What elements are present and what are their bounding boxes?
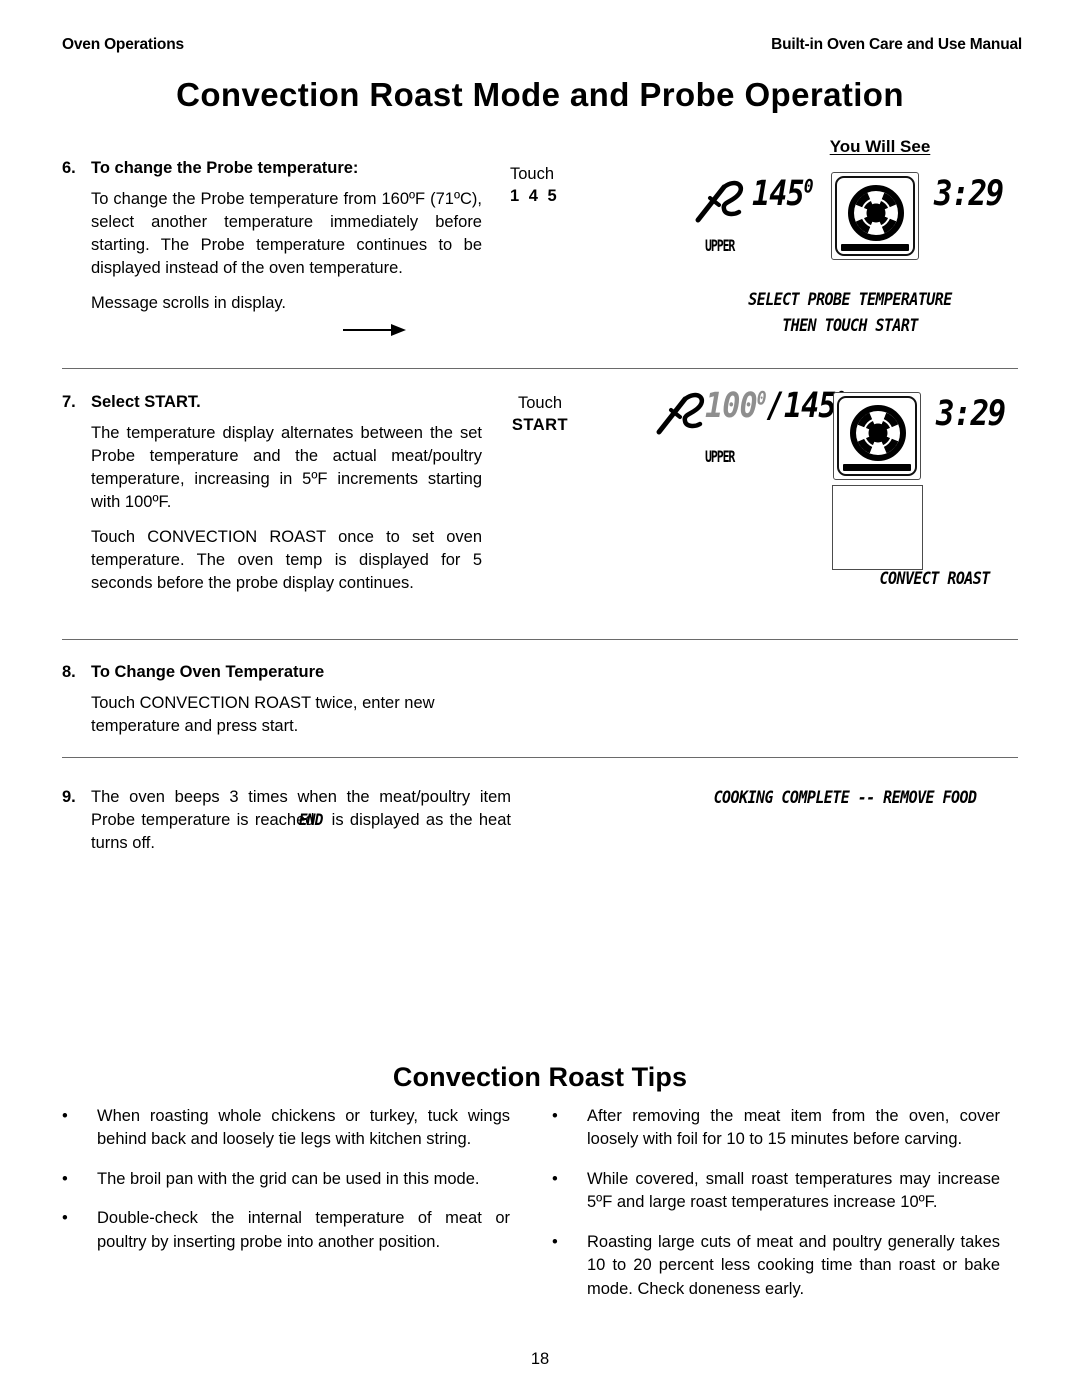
display-2-set-temperature: 145 [783, 386, 837, 426]
bullet-icon: • [552, 1169, 558, 1188]
section-divider-1 [62, 368, 1018, 369]
step-6-paragraph-1: To change the Probe temperature from 160… [91, 189, 482, 277]
step-6-heading: 6. To change the Probe temperature: [62, 158, 482, 179]
convection-fan-icon [833, 392, 921, 480]
bullet-icon: • [552, 1107, 558, 1125]
tip-item: • When roasting whole chickens or turkey… [58, 1105, 510, 1152]
display-1-message-line-2: THEN TOUCH START [782, 316, 918, 336]
scroll-arrow-icon [343, 323, 407, 337]
probe-needle-icon [695, 180, 744, 223]
tip-text: Roasting large cuts of meat and poultry … [587, 1232, 1000, 1298]
tips-section-title: Convection Roast Tips [392, 1062, 688, 1092]
step-8: 8. To Change Oven Temperature Touch CONVE… [62, 662, 482, 738]
section-divider-3 [62, 757, 1018, 758]
step-7-paragraph-2: Touch CONVECTION ROAST once to set oven … [91, 528, 482, 593]
step-8-number: 8. [62, 663, 76, 681]
bullet-icon: • [62, 1107, 68, 1125]
tip-item: • After removing the meat item from the … [548, 1105, 1000, 1152]
display-1-clock: 3:29 [934, 174, 1004, 214]
tip-item: • Roasting large cuts of meat and poultr… [548, 1231, 1000, 1301]
step-8-paragraph-1: Touch CONVECTION ROAST twice, enter new … [91, 693, 435, 735]
you-will-see-heading: You Will See [829, 137, 931, 156]
step-9: 9. The oven beeps 3 times when the meat/p… [62, 788, 511, 853]
tips-right-column: • After removing the meat item from the … [548, 1105, 1000, 1317]
bullet-icon: • [62, 1169, 68, 1188]
display-1-temperature: 1450 [752, 174, 814, 214]
display-3-message: COOKING COMPLETE -- REMOVE FOOD [713, 788, 977, 808]
step-9-number: 9. [62, 788, 76, 806]
bullet-icon: • [62, 1209, 68, 1228]
tip-item: • While covered, small roast temperature… [548, 1168, 1000, 1215]
step-8-heading-text: To Change Oven Temperature [91, 663, 325, 681]
running-head-left: Oven Operations [62, 36, 184, 53]
display-2-separator: / [766, 386, 785, 426]
tip-item: • The broil pan with the grid can be use… [58, 1168, 510, 1191]
step-7-touch-keys: START [511, 416, 569, 435]
step-6-paragraph-2: Message scrolls in display. [91, 294, 287, 312]
step-7-paragraph-1: The temperature display alternates betwe… [91, 423, 482, 511]
step-6: 6. To change the Probe temperature: To ch… [62, 158, 482, 315]
display-2-oven-label: UPPER [705, 447, 735, 466]
step-7-number: 7. [62, 393, 76, 411]
display-2-temperature: 1000/1450 [705, 386, 846, 426]
step-7: 7. Select START. The temperature display … [62, 392, 482, 595]
step-7-touch-label: Touch [517, 394, 563, 412]
step-7-touch-instruction: Touch START [490, 392, 590, 437]
bullet-icon: • [552, 1232, 558, 1251]
tip-text: When roasting whole chickens or turkey, … [97, 1107, 510, 1149]
step-8-heading: 8. To Change Oven Temperature [62, 662, 482, 683]
step-6-touch-instruction: Touch 1 4 5 [510, 163, 559, 208]
step-6-touch-label: Touch [510, 165, 555, 183]
step-6-heading-text: To change the Probe temperature: [91, 159, 359, 177]
tip-text: Double-check the internal temperature of… [97, 1209, 510, 1251]
convection-fan-icon [831, 172, 919, 260]
tip-text: The broil pan with the grid can be used … [97, 1169, 480, 1188]
display-1-message-line-1: SELECT PROBE TEMPERATURE [748, 290, 952, 310]
step-6-number: 6. [62, 159, 76, 177]
probe-needle-icon [656, 392, 705, 435]
display-2-clock: 3:29 [936, 394, 1006, 434]
running-head-right: Built-in Oven Care and Use Manual [771, 36, 1022, 53]
tips-left-column: • When roasting whole chickens or turkey… [58, 1105, 510, 1270]
tip-text: After removing the meat item from the ov… [587, 1107, 1000, 1149]
section-divider-2 [62, 639, 1018, 640]
tip-item: • Double-check the internal temperature … [58, 1207, 510, 1254]
display-2-empty-mode-box [832, 485, 923, 570]
step-7-heading-text: Select START. [91, 393, 201, 411]
manual-page: Oven Operations Built-in Oven Care and U… [0, 0, 1080, 1397]
tip-text: While covered, small roast temperatures … [587, 1169, 1000, 1212]
page-title: Convection Roast Mode and Probe Operatio… [176, 76, 904, 113]
step-6-touch-keys: 1 4 5 [510, 187, 560, 206]
display-2-actual-temperature: 100 [705, 386, 758, 426]
display-1-oven-label: UPPER [705, 236, 735, 255]
step-7-heading: 7. Select START. [62, 392, 482, 413]
display-2-mode-label: CONVECT ROAST [879, 569, 991, 589]
page-number: 18 [530, 1350, 550, 1368]
